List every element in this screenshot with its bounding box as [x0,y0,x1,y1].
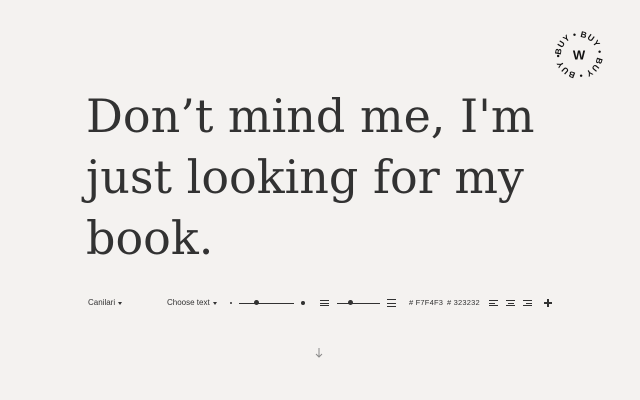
slider-thumb[interactable] [253,300,259,305]
large-dot-icon [301,301,305,305]
background-color-field[interactable]: # F7F4F3 [409,296,443,310]
slider-thumb[interactable] [347,300,353,305]
slider-track [337,302,380,304]
text-select[interactable]: Choose text [167,296,217,310]
caret-down-icon [212,301,217,305]
font-size-slider[interactable] [239,299,294,307]
text-select-label: Choose text [167,298,210,307]
headline-text[interactable]: Don’t mind me, I'm just looking for my b… [86,86,606,269]
font-select-label: Canilari [88,298,116,307]
tight-lines-icon [320,299,329,307]
background-color-value: # F7F4F3 [409,298,444,307]
font-select[interactable]: Canilari [88,296,123,310]
plus-icon[interactable] [544,299,552,307]
text-color-field[interactable]: # 323232 [447,296,480,310]
buy-badge[interactable]: BUY • BUY • BUY • BUY • W [552,28,606,82]
scroll-down-button[interactable] [314,347,324,359]
align-center-icon[interactable] [506,299,515,307]
badge-center-letter: W [573,48,586,63]
caret-down-icon [118,301,123,305]
slider-track [239,302,294,304]
align-right-icon[interactable] [523,299,532,307]
arrow-down-icon [315,348,323,358]
small-dot-icon [230,302,232,304]
text-color-value: # 323232 [447,298,480,307]
line-height-slider[interactable] [337,299,380,307]
buy-badge-icon: BUY • BUY • BUY • BUY • W [553,29,605,81]
typeface-toolbar: Canilari Choose text # F7F4F3 # 323232 [0,296,640,312]
align-left-icon[interactable] [489,299,498,307]
loose-lines-icon [387,299,396,307]
